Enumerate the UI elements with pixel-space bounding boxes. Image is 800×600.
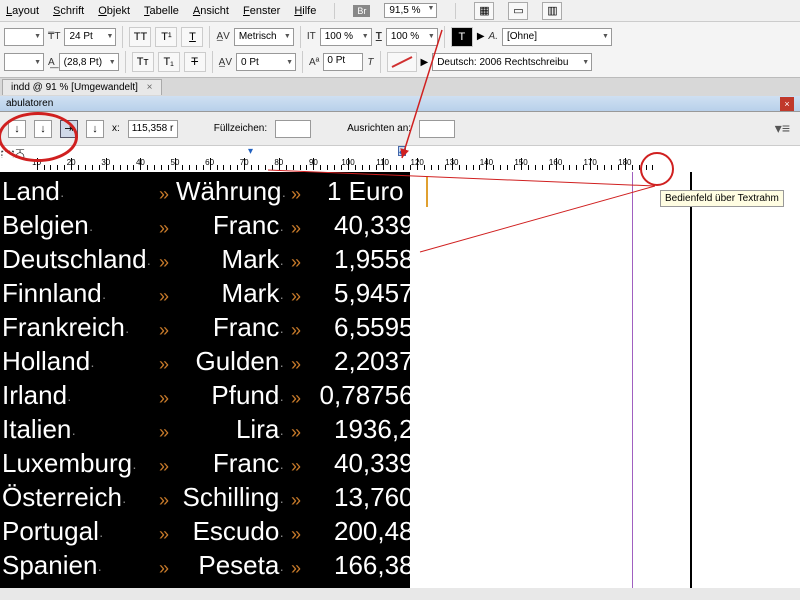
separator <box>212 51 213 73</box>
center-tab-button[interactable]: ↓ <box>34 120 52 138</box>
charstyle-icon: A. <box>489 31 498 42</box>
charstyle-dropdown[interactable]: [Ohne] <box>502 28 612 46</box>
font-dropdown[interactable] <box>4 28 44 46</box>
underline-button[interactable]: T <box>181 27 203 47</box>
table-row: Luxemburg·»Franc·»40,3399 <box>2 448 428 482</box>
tabs-controls: ↓ ↓ ⇥ ↓ x: Füllzeichen: Ausrichten an: ▾… <box>0 112 800 146</box>
table-row: Irland·»Pfund·»0,787564 <box>2 380 428 414</box>
language-dropdown[interactable]: Deutsch: 2006 Rechtschreibu <box>432 53 592 71</box>
table-row: Holland·»Gulden·»2,20371 <box>2 346 428 380</box>
fill-field[interactable] <box>275 120 311 138</box>
close-icon[interactable]: × <box>780 97 794 111</box>
left-tab-button[interactable]: ↓ <box>8 120 26 138</box>
x-label: x: <box>112 123 120 134</box>
document-tab[interactable]: indd @ 91 % [Umgewandelt] × <box>2 79 162 95</box>
page-edge <box>690 172 692 588</box>
style-dropdown[interactable] <box>4 53 44 71</box>
panel-title: abulatoren <box>6 98 53 109</box>
separator <box>302 51 303 73</box>
align-field[interactable] <box>419 120 455 138</box>
tab-ruler[interactable]: ▾ ◆ 102030405060708090100110120130140150… <box>0 146 800 172</box>
table-row: Österreich·»Schilling·»13,7603 <box>2 482 428 516</box>
separator <box>122 26 123 48</box>
x-field[interactable] <box>128 120 178 138</box>
table-row: Frankreich·»Franc·»6,55957 <box>2 312 428 346</box>
baseline-icon: Aª <box>309 57 319 68</box>
kerning-icon: A̲V <box>216 31 229 42</box>
hscale-icon: T <box>376 31 382 42</box>
tab-stop-marker-active[interactable]: ◆ <box>398 146 406 156</box>
menu-objekt[interactable]: Objekt <box>98 5 130 17</box>
font-size-icon: ₸T <box>48 31 60 42</box>
table-row: Belgien·»Franc·»40,3399 <box>2 210 428 244</box>
margin-guide <box>632 172 633 588</box>
tabs-panel: abulatoren × ↓ ↓ ⇥ ↓ x: Füllzeichen: Aus… <box>0 96 800 172</box>
zoom-dropdown[interactable]: 91,5 % <box>384 3 437 18</box>
tracking-dropdown[interactable]: 0 Pt <box>236 53 296 71</box>
document-tab-label: indd @ 91 % [Umgewandelt] <box>11 82 138 93</box>
stroke-swatch[interactable] <box>387 52 417 72</box>
menu-hilfe[interactable]: Hilfe <box>294 5 316 17</box>
bridge-icon[interactable]: Br <box>353 5 370 17</box>
arrow-icon: ▶ <box>421 57 429 68</box>
menu-layout[interactable]: Layout <box>6 5 39 17</box>
separator <box>209 26 210 48</box>
menu-tabelle[interactable]: Tabelle <box>144 5 179 17</box>
decimal-tab-button[interactable]: ↓ <box>86 120 104 138</box>
vscale-icon: IT <box>307 31 316 42</box>
document-view[interactable]: Land·»Währung·»1 Euro =Belgien·»Franc·»4… <box>0 172 800 588</box>
flyout-menu-icon[interactable]: ▾≡ <box>775 120 790 137</box>
table-row: Italien·»Lira·»1936,27 <box>2 414 428 448</box>
separator <box>455 3 456 19</box>
allcaps-button[interactable]: TT <box>129 27 151 47</box>
screen-mode-icon[interactable]: ▭ <box>508 2 528 20</box>
menu-ansicht[interactable]: Ansicht <box>193 5 229 17</box>
separator <box>125 51 126 73</box>
tracking-icon: A̲V <box>219 57 232 68</box>
table-row: Spanien·»Peseta·»166,386 <box>2 550 428 584</box>
fill-swatch[interactable]: T <box>451 27 473 47</box>
superscript-button[interactable]: T¹ <box>155 27 177 47</box>
view-options-icon[interactable]: ▦ <box>474 2 494 20</box>
vscale-dropdown[interactable]: 100 % <box>320 28 372 46</box>
panel-titlebar[interactable]: abulatoren × <box>0 96 800 112</box>
tooltip: Bedienfeld über Textrahm <box>660 190 784 207</box>
baseline-field[interactable]: 0 Pt <box>323 53 363 71</box>
separator <box>334 3 335 19</box>
leading-icon: A͟ <box>48 57 55 68</box>
kerning-dropdown[interactable]: Metrisch <box>234 28 294 46</box>
font-size-dropdown[interactable]: 24 Pt <box>64 28 116 46</box>
right-tab-button[interactable]: ⇥ <box>60 120 78 138</box>
table-row: Finnland·»Mark·»5,94573 <box>2 278 428 312</box>
tab-stop-marker[interactable]: ▾ <box>248 146 256 156</box>
menu-schrift[interactable]: Schrift <box>53 5 84 17</box>
smallcaps-button[interactable]: Tᴛ <box>132 52 154 72</box>
align-label: Ausrichten an: <box>347 123 411 134</box>
separator <box>300 26 301 48</box>
leading-dropdown[interactable]: (28,8 Pt) <box>59 53 119 71</box>
skew-icon: T <box>367 57 373 68</box>
text-frame[interactable]: Land·»Währung·»1 Euro =Belgien·»Franc·»4… <box>2 176 428 584</box>
hscale-dropdown[interactable]: 100 % <box>386 28 438 46</box>
strikethrough-button[interactable]: T <box>184 52 206 72</box>
table-row: Deutschland·»Mark·»1,95583 <box>2 244 428 278</box>
menubar: Layout Schrift Objekt Tabelle Ansicht Fe… <box>0 0 800 22</box>
table-row: Portugal·»Escudo·»200,482 <box>2 516 428 550</box>
control-panel: ₸T 24 Pt TT T¹ T A̲V Metrisch IT 100 % T… <box>0 22 800 78</box>
arrow-icon: ▶ <box>477 31 485 42</box>
separator <box>444 26 445 48</box>
arrange-icon[interactable]: ▥ <box>542 2 562 20</box>
menu-fenster[interactable]: Fenster <box>243 5 280 17</box>
document-tabs: indd @ 91 % [Umgewandelt] × <box>0 78 800 96</box>
fill-label: Füllzeichen: <box>214 123 267 134</box>
close-icon[interactable]: × <box>147 82 153 93</box>
page-background <box>410 172 800 588</box>
subscript-button[interactable]: T₁ <box>158 52 180 72</box>
separator <box>380 51 381 73</box>
table-row: Land·»Währung·»1 Euro = <box>2 176 428 210</box>
